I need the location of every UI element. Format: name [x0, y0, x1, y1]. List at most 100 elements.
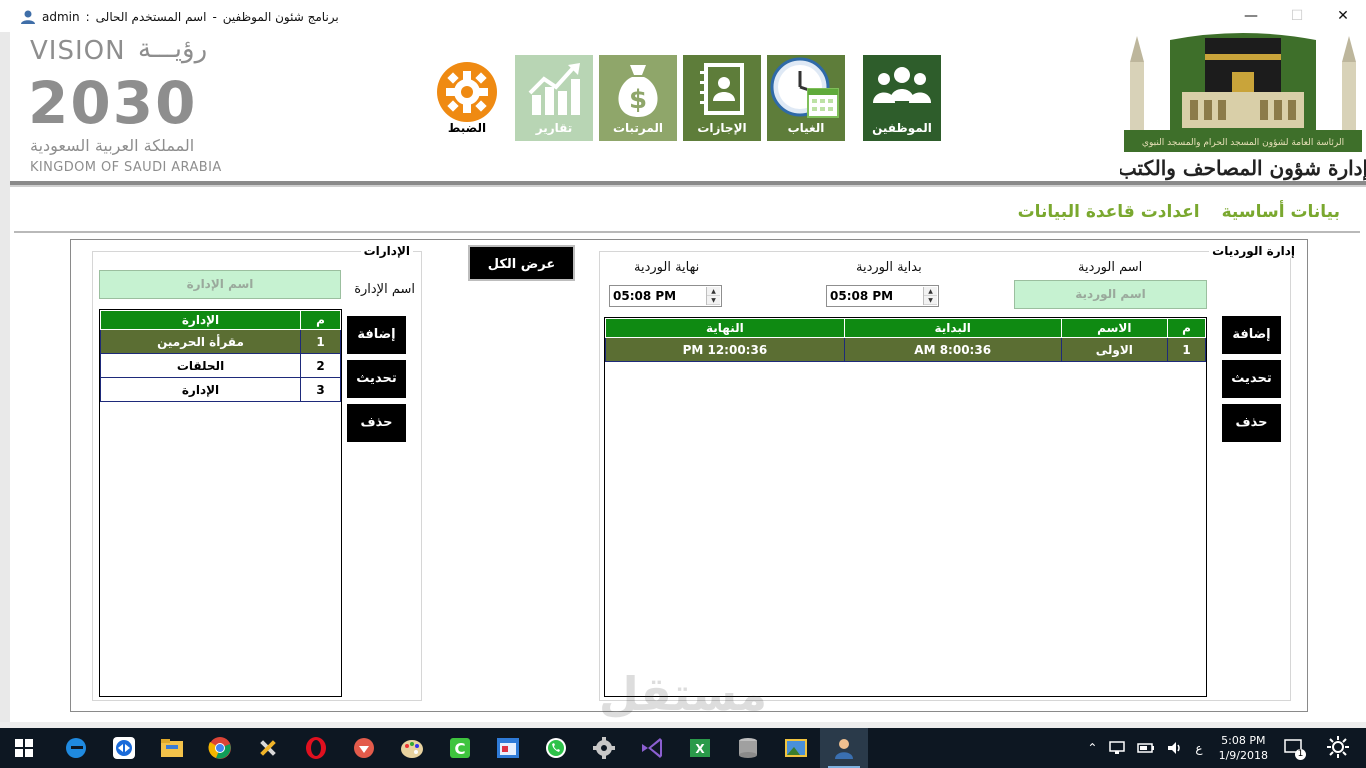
nav-settings[interactable]: الضبط	[428, 55, 506, 141]
title-bar: admin : اسم المستخدم الحالى - برنامج شئو…	[0, 0, 1366, 32]
taskbar-database[interactable]	[724, 728, 772, 768]
department-update-button[interactable]: تحديث	[347, 360, 406, 398]
notifications-button[interactable]: 1	[1284, 738, 1306, 760]
departments-group: الإدارات اسم الإدارة اسم الإدارة م الإدا…	[92, 244, 422, 701]
table-row[interactable]: 3 الإدارة	[100, 377, 341, 402]
table-row[interactable]: 1 مقرأة الحرمين	[100, 329, 341, 354]
shift-start-picker[interactable]: 05:08 PM ▲ ▼	[826, 285, 939, 307]
spin-down-icon[interactable]: ▼	[707, 296, 720, 305]
shift-add-button[interactable]: إضافة	[1222, 316, 1281, 354]
clock-time: 5:08 PM	[1221, 734, 1266, 747]
taskbar-opera[interactable]	[292, 728, 340, 768]
nav-leaves[interactable]: الإجازات	[683, 55, 761, 141]
tools-icon	[260, 740, 276, 756]
close-button[interactable]: ✕	[1320, 0, 1366, 32]
department-name-label: اسم الإدارة	[354, 282, 415, 297]
shifts-title: إدارة الورديات	[1209, 244, 1298, 258]
chart-icon	[528, 63, 580, 115]
taskbar-teamviewer[interactable]	[100, 728, 148, 768]
vision-text: VISION	[30, 36, 126, 66]
taskbar-paint[interactable]	[388, 728, 436, 768]
department-name-input[interactable]: اسم الإدارة	[99, 270, 341, 299]
window-controls: — ☐ ✕	[1228, 0, 1366, 32]
nav-reports[interactable]: تقارير	[515, 55, 593, 141]
department-add-button[interactable]: إضافة	[347, 316, 406, 354]
clock[interactable]: 5:08 PM 1/9/2018	[1219, 733, 1268, 763]
system-tray: ⌃ ع 5:08 PM 1/9/2018 1	[1081, 728, 1366, 768]
taskbar-app-red[interactable]	[340, 728, 388, 768]
shift-end-value: 05:08 PM	[613, 289, 677, 303]
show-desktop-button[interactable]	[1316, 735, 1360, 761]
row-department: الإدارة	[100, 377, 301, 402]
svg-text:C: C	[454, 740, 465, 758]
spin-up-icon[interactable]: ▲	[707, 287, 720, 296]
taskbar-app-blue[interactable]	[484, 728, 532, 768]
palette-icon	[401, 740, 423, 758]
taskbar-tools[interactable]	[244, 728, 292, 768]
nav-employees[interactable]: الموظفين	[863, 55, 941, 141]
row-number: 1	[1167, 337, 1206, 362]
emblem-caption: إدارة شؤون المصاحف والكتب	[1120, 156, 1366, 181]
database-icon	[739, 738, 757, 758]
taskbar-camtasia[interactable]: C	[436, 728, 484, 768]
nav-salaries-label: المرتبات	[612, 121, 664, 135]
taskbar-photos[interactable]	[772, 728, 820, 768]
window-app-icon	[497, 738, 519, 758]
taskbar-settings[interactable]	[580, 728, 628, 768]
col-number[interactable]: م	[300, 310, 341, 330]
battery-icon[interactable]	[1137, 741, 1155, 755]
user-app-icon	[835, 739, 853, 759]
department-delete-button[interactable]: حذف	[347, 404, 406, 442]
show-all-button[interactable]: عرض الكل	[468, 245, 575, 281]
minimize-button[interactable]: —	[1228, 0, 1274, 32]
start-button[interactable]	[0, 728, 48, 768]
row-name: الاولى	[1060, 337, 1169, 362]
nav-reports-label: تقارير	[535, 121, 573, 135]
tab-db-settings[interactable]: اعدادت قاعدة البيانات	[1018, 198, 1200, 232]
svg-text:$: $	[629, 85, 647, 115]
maximize-button[interactable]: ☐	[1274, 0, 1320, 32]
col-name[interactable]: الاسم	[1060, 318, 1169, 338]
taskbar-excel[interactable]: X	[676, 728, 724, 768]
window-title: admin : اسم المستخدم الحالى - برنامج شئو…	[20, 9, 345, 25]
main-panel: الإدارات اسم الإدارة اسم الإدارة م الإدا…	[70, 239, 1308, 712]
shift-name-input[interactable]: اسم الوردية	[1014, 280, 1207, 309]
notification-count: 1	[1295, 749, 1306, 760]
shift-delete-button[interactable]: حذف	[1222, 404, 1281, 442]
nav-absence[interactable]: الغياب	[767, 55, 845, 141]
folder-icon	[161, 739, 183, 757]
cog-icon	[593, 737, 615, 759]
shift-end-picker[interactable]: 05:08 PM ▲ ▼	[609, 285, 722, 307]
tab-underline	[14, 231, 1360, 233]
taskbar-explorer[interactable]	[148, 728, 196, 768]
taskbar-current-app[interactable]	[820, 728, 868, 768]
taskbar-chrome[interactable]	[196, 728, 244, 768]
table-row[interactable]: 2 الحلقات	[100, 353, 341, 378]
taskbar: C X ⌃ ع 5:08 PM 1/9/2018 1	[0, 728, 1366, 768]
nav-salaries[interactable]: $ المرتبات	[599, 55, 677, 141]
network-icon[interactable]	[1109, 741, 1126, 755]
col-department[interactable]: الإدارة	[100, 310, 301, 330]
svg-text:X: X	[695, 742, 705, 756]
col-start[interactable]: البداية	[843, 318, 1062, 338]
row-end: PM 12:00:36	[605, 337, 845, 362]
spin-down-icon[interactable]: ▼	[924, 296, 937, 305]
input-language[interactable]: ع	[1195, 741, 1202, 755]
spin-up-icon[interactable]: ▲	[924, 287, 937, 296]
shift-update-button[interactable]: تحديث	[1222, 360, 1281, 398]
start-spinner[interactable]: ▲ ▼	[923, 287, 937, 305]
taskbar-edge[interactable]	[52, 728, 100, 768]
chevron-up-icon[interactable]: ⌃	[1087, 741, 1097, 755]
tab-basic-data[interactable]: بيانات أساسية	[1222, 198, 1340, 232]
taskbar-visual-studio[interactable]	[628, 728, 676, 768]
volume-icon[interactable]	[1167, 741, 1183, 755]
taskbar-whatsapp[interactable]	[532, 728, 580, 768]
col-number[interactable]: م	[1167, 318, 1206, 338]
shifts-grid: م الاسم البداية النهاية 1 الاولى AM 8:00…	[604, 317, 1207, 697]
end-spinner[interactable]: ▲ ▼	[706, 287, 720, 305]
emblem-banner: الرئاسة العامة لشؤون المسجد الحرام والمس…	[1142, 138, 1344, 148]
table-row[interactable]: 1 الاولى AM 8:00:36 PM 12:00:36	[605, 337, 1206, 362]
nav-leaves-label: الإجازات	[697, 121, 747, 135]
people-icon	[873, 67, 931, 103]
col-end[interactable]: النهاية	[605, 318, 845, 338]
